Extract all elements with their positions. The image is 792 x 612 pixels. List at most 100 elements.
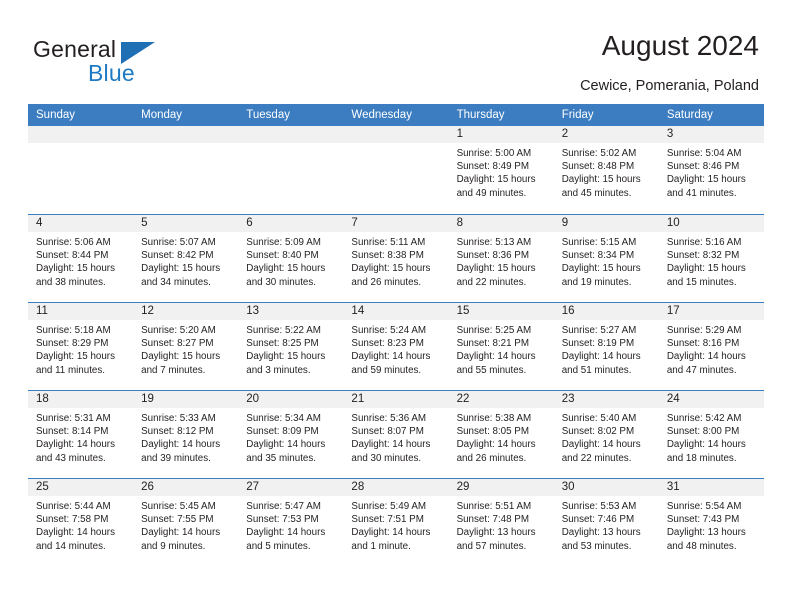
day-number: 18 [28,391,134,408]
day-number: 16 [553,303,659,320]
calendar-week-row: 18 Sunrise: 5:31 AM Sunset: 8:14 PM Dayligh… [28,390,764,478]
brand-logo[interactable]: General Blue [33,36,233,92]
calendar-day-cell[interactable]: 18 Sunrise: 5:31 AM Sunset: 8:14 PM Dayligh… [28,391,134,478]
day-number: 26 [133,479,239,496]
day-details: Sunrise: 5:33 AM Sunset: 8:12 PM Daylight:… [133,408,238,465]
sunrise-text: Sunrise: 5:36 AM [351,413,427,424]
calendar-week-row: 11 Sunrise: 5:18 AM Sunset: 8:29 PM Dayligh… [28,302,764,390]
day-number: 19 [133,391,239,408]
calendar-day-cell[interactable]: 28 Sunrise: 5:49 AM Sunset: 7:51 PM Dayligh… [343,479,449,566]
sunrise-text: Sunrise: 5:15 AM [561,237,637,248]
calendar-day-cell[interactable]: 27 Sunrise: 5:47 AM Sunset: 7:53 PM Dayligh… [238,479,344,566]
calendar-day-cell[interactable]: 17 Sunrise: 5:29 AM Sunset: 8:16 PM Dayligh… [658,303,764,390]
sunset-text: Sunset: 8:29 PM [36,338,109,350]
weekday-header-friday: Friday [561,109,594,121]
day-number: 17 [658,303,764,320]
calendar-day-cell-empty [238,126,344,214]
sunrise-text: Sunrise: 5:53 AM [561,501,637,512]
calendar-day-cell[interactable]: 29 Sunrise: 5:51 AM Sunset: 7:48 PM Dayligh… [448,479,554,566]
calendar-day-cell[interactable]: 16 Sunrise: 5:27 AM Sunset: 8:19 PM Dayligh… [553,303,659,390]
daylight-text: Daylight: 15 hours and 45 minutes. [561,174,641,199]
sunset-text: Sunset: 8:42 PM [141,250,214,262]
daylight-text: Daylight: 14 hours and 51 minutes. [561,351,641,376]
calendar-week-row: 1 Sunrise: 5:00 AM Sunset: 8:49 PM Daylight… [28,126,764,214]
day-number [28,126,134,143]
calendar-day-cell[interactable]: 1 Sunrise: 5:00 AM Sunset: 8:49 PM Daylight… [448,126,554,214]
sunrise-text: Sunrise: 5:25 AM [456,325,532,336]
daylight-text: Daylight: 15 hours and 26 minutes. [351,263,431,288]
sunrise-text: Sunrise: 5:27 AM [561,325,637,336]
daylight-text: Daylight: 15 hours and 3 minutes. [246,351,326,376]
calendar-day-cell[interactable]: 2 Sunrise: 5:02 AM Sunset: 8:48 PM Daylight… [553,126,659,214]
calendar-day-cell[interactable]: 13 Sunrise: 5:22 AM Sunset: 8:25 PM Dayligh… [238,303,344,390]
day-number: 30 [553,479,659,496]
day-details: Sunrise: 5:42 AM Sunset: 8:00 PM Daylight:… [659,408,764,465]
calendar-day-cell[interactable]: 25 Sunrise: 5:44 AM Sunset: 7:58 PM Dayligh… [28,479,134,566]
calendar-day-cell[interactable]: 6 Sunrise: 5:09 AM Sunset: 8:40 PM Daylight… [238,215,344,302]
sunrise-text: Sunrise: 5:07 AM [141,237,216,248]
daylight-text: Daylight: 13 hours and 57 minutes. [456,527,536,552]
calendar-day-cell[interactable]: 7 Sunrise: 5:11 AM Sunset: 8:38 PM Daylight… [343,215,449,302]
calendar-week-row: 25 Sunrise: 5:44 AM Sunset: 7:58 PM Dayligh… [28,478,764,566]
calendar-day-cell[interactable]: 10 Sunrise: 5:16 AM Sunset: 8:32 PM Dayligh… [658,215,764,302]
calendar-day-cell[interactable]: 11 Sunrise: 5:18 AM Sunset: 8:29 PM Dayligh… [28,303,134,390]
brand-name-blue: Blue [88,60,135,86]
day-number: 8 [448,215,554,232]
sunset-text: Sunset: 8:09 PM [246,426,319,438]
calendar-day-cell[interactable]: 31 Sunrise: 5:54 AM Sunset: 7:43 PM Dayligh… [658,479,764,566]
day-details: Sunrise: 5:06 AM Sunset: 8:44 PM Daylight:… [28,232,133,289]
sunset-text: Sunset: 8:46 PM [666,161,740,173]
sunset-text: Sunset: 8:00 PM [666,426,740,438]
page-header: General Blue August 2024 Cewice, Pomeran… [0,0,792,104]
sunset-text: Sunset: 8:19 PM [561,338,635,350]
calendar-day-cell[interactable]: 19 Sunrise: 5:33 AM Sunset: 8:12 PM Dayligh… [133,391,239,478]
sunrise-text: Sunrise: 5:47 AM [246,501,321,512]
sunrise-text: Sunrise: 5:06 AM [36,237,111,248]
day-details: Sunrise: 5:53 AM Sunset: 7:46 PM Daylight:… [554,496,659,553]
daylight-text: Daylight: 14 hours and 14 minutes. [36,527,115,552]
weekday-header-tuesday: Tuesday [246,109,290,121]
sunset-text: Sunset: 8:27 PM [141,338,214,350]
weekday-header-saturday: Saturday [666,109,713,121]
calendar-day-cell[interactable]: 12 Sunrise: 5:20 AM Sunset: 8:27 PM Dayligh… [133,303,239,390]
calendar-day-cell[interactable]: 9 Sunrise: 5:15 AM Sunset: 8:34 PM Daylight… [553,215,659,302]
calendar-day-cell[interactable]: 22 Sunrise: 5:38 AM Sunset: 8:05 PM Dayligh… [448,391,554,478]
calendar-day-cell[interactable]: 4 Sunrise: 5:06 AM Sunset: 8:44 PM Daylight… [28,215,134,302]
sunrise-text: Sunrise: 5:09 AM [246,237,321,248]
day-details: Sunrise: 5:38 AM Sunset: 8:05 PM Daylight:… [449,408,554,465]
day-details: Sunrise: 5:47 AM Sunset: 7:53 PM Daylight:… [238,496,343,553]
day-details: Sunrise: 5:31 AM Sunset: 8:14 PM Daylight:… [28,408,133,465]
sunset-text: Sunset: 7:48 PM [456,514,529,526]
calendar-day-cell[interactable]: 24 Sunrise: 5:42 AM Sunset: 8:00 PM Dayligh… [658,391,764,478]
sunrise-text: Sunrise: 5:16 AM [666,237,742,248]
day-number: 5 [133,215,239,232]
daylight-text: Daylight: 14 hours and 59 minutes. [351,351,431,376]
sunrise-text: Sunrise: 5:22 AM [246,325,321,336]
daylight-text: Daylight: 14 hours and 9 minutes. [141,527,221,552]
calendar-day-cell[interactable]: 30 Sunrise: 5:53 AM Sunset: 7:46 PM Dayligh… [553,479,659,566]
calendar-week-row: 4 Sunrise: 5:06 AM Sunset: 8:44 PM Daylight… [28,214,764,302]
calendar-day-cell[interactable]: 15 Sunrise: 5:25 AM Sunset: 8:21 PM Dayligh… [448,303,554,390]
sunrise-text: Sunrise: 5:49 AM [351,501,427,512]
sunset-text: Sunset: 8:49 PM [456,161,529,173]
sunrise-text: Sunrise: 5:11 AM [351,237,426,248]
sunset-text: Sunset: 8:12 PM [141,426,214,438]
daylight-text: Daylight: 14 hours and 55 minutes. [456,351,536,376]
calendar-day-cell[interactable]: 20 Sunrise: 5:34 AM Sunset: 8:09 PM Dayligh… [238,391,344,478]
day-details: Sunrise: 5:00 AM Sunset: 8:49 PM Daylight:… [449,143,554,200]
day-details: Sunrise: 5:24 AM Sunset: 8:23 PM Daylight:… [343,320,448,377]
calendar-day-cell[interactable]: 21 Sunrise: 5:36 AM Sunset: 8:07 PM Dayligh… [343,391,449,478]
sunset-text: Sunset: 7:46 PM [561,514,635,526]
calendar-day-cell[interactable]: 3 Sunrise: 5:04 AM Sunset: 8:46 PM Daylight… [658,126,764,214]
calendar-day-cell[interactable]: 26 Sunrise: 5:45 AM Sunset: 7:55 PM Dayligh… [133,479,239,566]
calendar-day-cell[interactable]: 5 Sunrise: 5:07 AM Sunset: 8:42 PM Daylight… [133,215,239,302]
daylight-text: Daylight: 15 hours and 15 minutes. [666,263,746,288]
day-details: Sunrise: 5:09 AM Sunset: 8:40 PM Daylight:… [238,232,343,289]
sunset-text: Sunset: 8:34 PM [561,250,635,262]
calendar-day-cell[interactable]: 8 Sunrise: 5:13 AM Sunset: 8:36 PM Daylight… [448,215,554,302]
sunrise-text: Sunrise: 5:31 AM [36,413,111,424]
sunset-text: Sunset: 8:05 PM [456,426,529,438]
calendar-day-cell[interactable]: 14 Sunrise: 5:24 AM Sunset: 8:23 PM Dayligh… [343,303,449,390]
calendar-day-cell[interactable]: 23 Sunrise: 5:40 AM Sunset: 8:02 PM Dayligh… [553,391,659,478]
day-number: 13 [238,303,344,320]
